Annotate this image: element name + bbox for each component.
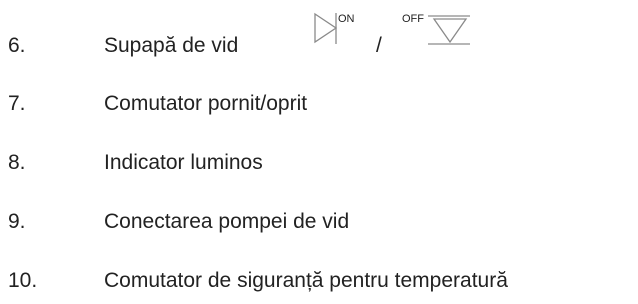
symbol-separator: /: [376, 34, 382, 57]
list-item: 6. Supapă de vid ON / OFF: [0, 12, 638, 66]
item-text: Comutator de siguranță pentru temperatur…: [104, 269, 508, 292]
triangle-valve-down-icon: [428, 15, 470, 45]
list-item: 9. Conectarea pompei de vid: [0, 202, 638, 242]
item-number: 8.: [8, 151, 26, 174]
list-item: 7. Comutator pornit/oprit: [0, 84, 638, 124]
item-text: Comutator pornit/oprit: [104, 92, 308, 115]
item-number: 7.: [8, 92, 26, 115]
list-item: 10. Comutator de siguranță pentru temper…: [0, 261, 638, 301]
valve-off-label: OFF: [402, 13, 424, 25]
item-number: 10.: [8, 269, 38, 292]
item-text: Indicator luminos: [104, 151, 263, 174]
item-number: 9.: [8, 210, 26, 233]
item-number: 6.: [8, 34, 26, 57]
valve-on-label: ON: [338, 13, 355, 25]
item-text: Conectarea pompei de vid: [104, 210, 350, 233]
list-item: 8. Indicator luminos: [0, 143, 638, 183]
item-text: Supapă de vid: [104, 34, 239, 57]
numbered-list: 6. Supapă de vid ON / OFF 7. Comutator p…: [0, 0, 638, 304]
